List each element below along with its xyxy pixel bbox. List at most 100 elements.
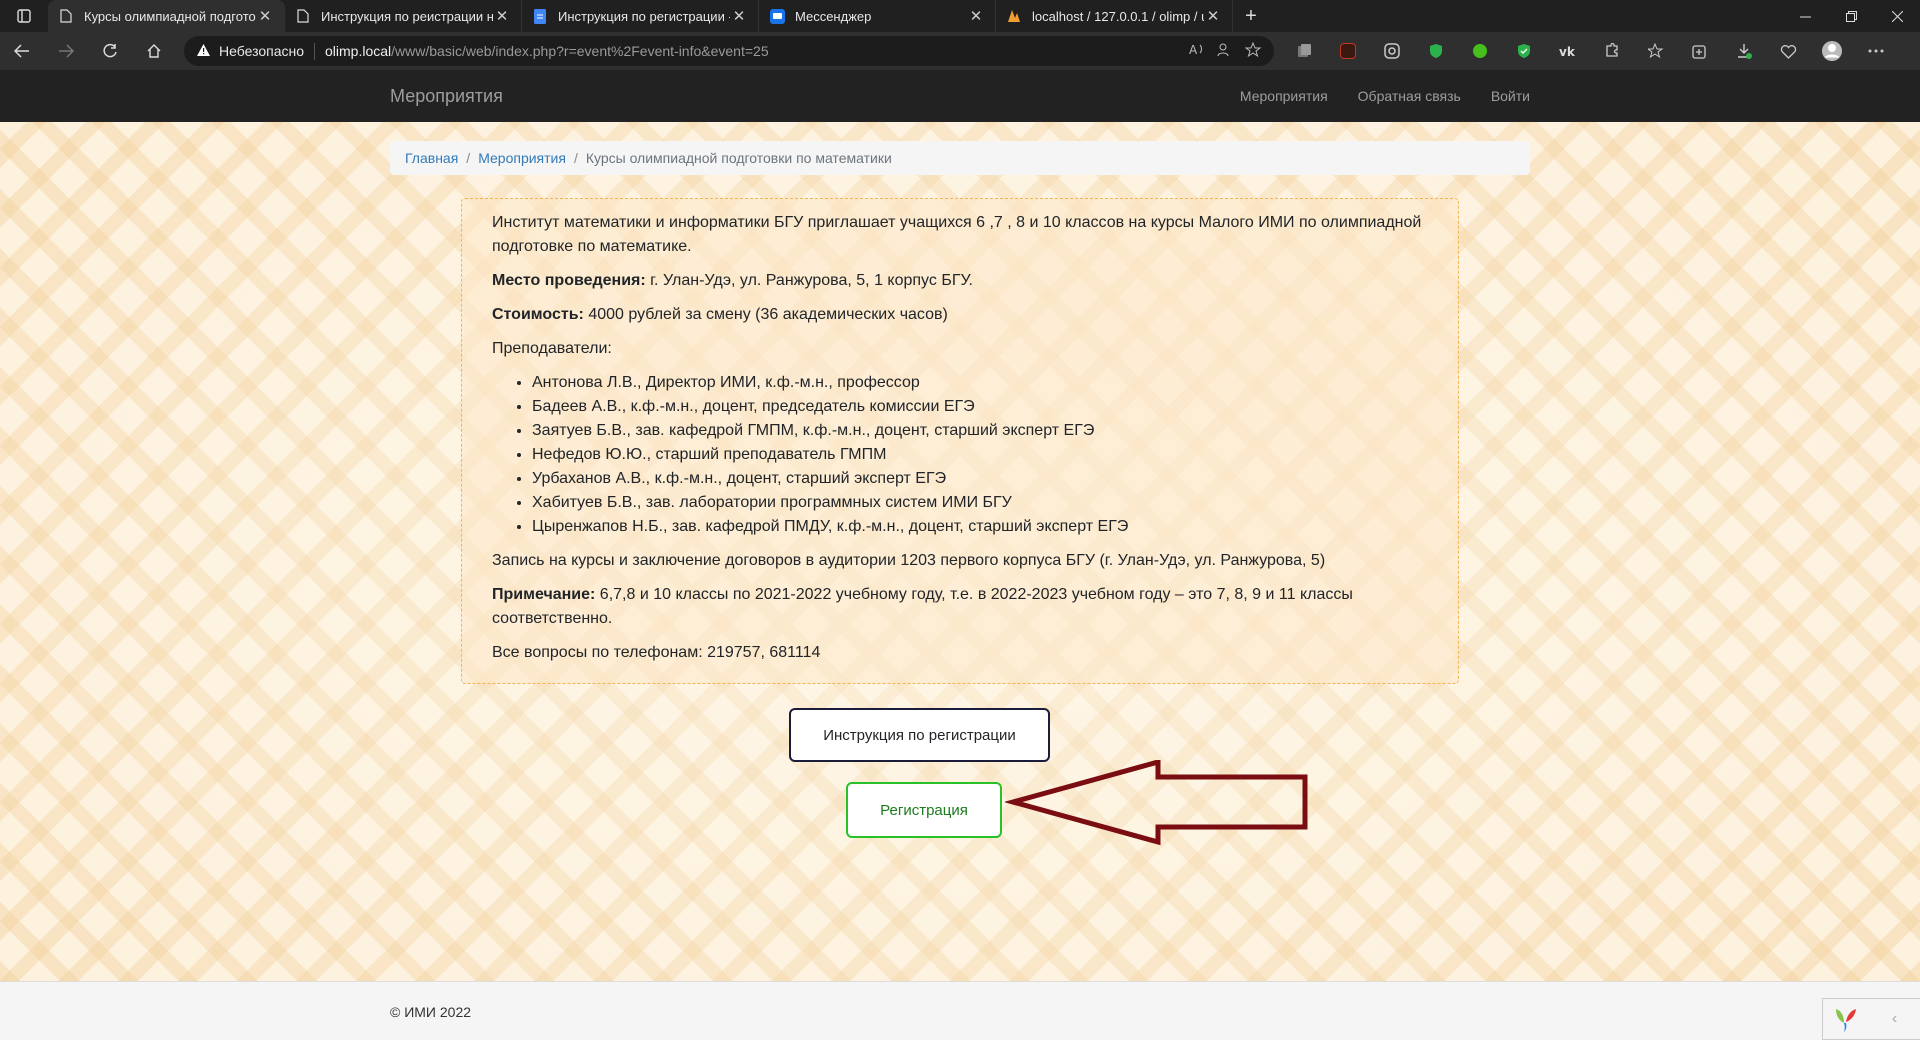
browser-tab-2[interactable]: Инструкция по регистрации - ( ✕ xyxy=(522,0,759,32)
window-close-icon[interactable] xyxy=(1874,0,1920,32)
minimize-icon[interactable] xyxy=(1782,0,1828,32)
instagram-icon[interactable] xyxy=(1370,32,1414,70)
place-label: Место проведения: xyxy=(492,272,646,289)
event-note: Примечание: 6,7,8 и 10 классы по 2021-20… xyxy=(492,583,1428,631)
address-field[interactable]: Небезопасно olimp.local /www/basic/web/i… xyxy=(184,36,1274,66)
nav-login[interactable]: Войти xyxy=(1491,88,1530,104)
site-footer: © ИМИ 2022 xyxy=(0,981,1920,1040)
green-badge-icon[interactable] xyxy=(1458,32,1502,70)
footer-copyright: © ИМИ 2022 xyxy=(390,1004,472,1020)
browser-tab-0[interactable]: Курсы олимпиадной подготовк ✕ xyxy=(48,0,285,32)
messenger-icon xyxy=(769,8,785,24)
site-brand[interactable]: Мероприятия xyxy=(390,86,503,107)
registration-instruction-button[interactable]: Инструкция по регистрации xyxy=(789,708,1050,762)
breadcrumb-separator: / xyxy=(573,150,578,166)
extensions-access-icon[interactable] xyxy=(1217,42,1233,61)
cost-value: 4000 рублей за смену (36 академических ч… xyxy=(583,306,948,323)
tab-title: Курсы олимпиадной подготовк xyxy=(84,8,256,24)
list-item: Урбаханов А.В., к.ф.-м.н., доцент, старш… xyxy=(532,467,1428,491)
phpmyadmin-icon xyxy=(1006,8,1022,24)
tab-title: Мессенджер xyxy=(795,8,872,24)
nav-events[interactable]: Мероприятия xyxy=(1240,88,1328,104)
chevron-left-icon[interactable]: ‹ xyxy=(1869,1010,1920,1028)
collections-icon[interactable] xyxy=(1282,32,1326,70)
home-icon[interactable] xyxy=(132,32,176,70)
extensions-bar: vk xyxy=(1282,32,1898,70)
restore-icon[interactable] xyxy=(1828,0,1874,32)
read-aloud-icon[interactable]: A xyxy=(1189,42,1205,61)
new-tab-button[interactable]: + xyxy=(1233,0,1269,32)
extension-red-icon[interactable] xyxy=(1326,32,1370,70)
note-label: Примечание: xyxy=(492,586,596,603)
shield-icon[interactable] xyxy=(1414,32,1458,70)
event-intro: Институт математики и информатики БГУ пр… xyxy=(492,214,1422,255)
breadcrumb: Главная / Мероприятия / Курсы олимпиадно… xyxy=(390,141,1530,175)
list-item: Цыренжапов Н.Б., зав. кафедрой ПМДУ, к.ф… xyxy=(532,515,1428,539)
pointer-arrow-icon xyxy=(1005,760,1308,846)
profile-avatar-icon[interactable] xyxy=(1810,32,1854,70)
breadcrumb-current: Курсы олимпиадной подготовки по математи… xyxy=(585,150,892,166)
close-icon[interactable]: ✕ xyxy=(493,7,511,25)
breadcrumb-home[interactable]: Главная xyxy=(405,150,458,166)
shield-check-icon[interactable] xyxy=(1502,32,1546,70)
forward-arrow-icon[interactable] xyxy=(44,32,88,70)
close-icon[interactable]: ✕ xyxy=(730,7,748,25)
tab-title: localhost / 127.0.0.1 / olimp / us xyxy=(1032,8,1204,24)
list-item: Бадеев А.В., к.ф.-м.н., доцент, председа… xyxy=(532,395,1428,419)
site-navbar: Мероприятия Мероприятия Обратная связь В… xyxy=(0,70,1920,122)
close-icon[interactable]: ✕ xyxy=(256,7,274,25)
collections-add-icon[interactable] xyxy=(1678,32,1722,70)
page-viewport: Мероприятия Мероприятия Обратная связь В… xyxy=(0,70,1920,1040)
back-arrow-icon[interactable] xyxy=(0,32,44,70)
browser-toolbar: Небезопасно olimp.local /www/basic/web/i… xyxy=(0,32,1920,70)
nav-feedback[interactable]: Обратная связь xyxy=(1358,88,1461,104)
list-item: Антонова Л.В., Директор ИМИ, к.ф.-м.н., … xyxy=(532,371,1428,395)
security-indicator[interactable]: Небезопасно xyxy=(196,42,316,60)
svg-text:A: A xyxy=(1189,43,1198,56)
debug-toolbar[interactable]: ‹ xyxy=(1822,998,1920,1040)
breadcrumb-separator: / xyxy=(466,150,471,166)
url-path: /www/basic/web/index.php?r=event%2Fevent… xyxy=(391,43,769,59)
browser-tab-1[interactable]: Инструкция по реистрации на ✕ xyxy=(285,0,522,32)
favorite-icon[interactable] xyxy=(1244,41,1262,61)
warning-icon xyxy=(196,43,211,60)
note-value: 6,7,8 и 10 классы по 2021-2022 учебному … xyxy=(492,586,1353,627)
breadcrumb-events[interactable]: Мероприятия xyxy=(478,150,566,166)
close-icon[interactable]: ✕ xyxy=(1204,7,1222,25)
yii-logo-icon[interactable] xyxy=(1823,998,1869,1040)
browser-tab-4[interactable]: localhost / 127.0.0.1 / olimp / us ✕ xyxy=(996,0,1233,32)
window-controls xyxy=(1782,0,1920,32)
teachers-label: Преподаватели: xyxy=(492,340,612,357)
browser-tab-3[interactable]: Мессенджер ✕ xyxy=(759,0,996,32)
page-icon xyxy=(58,8,74,24)
tab-actions-icon[interactable] xyxy=(0,0,48,32)
register-button[interactable]: Регистрация xyxy=(846,782,1002,838)
event-place: Место проведения: г. Улан-Удэ, ул. Ранжу… xyxy=(492,269,1428,293)
downloads-icon[interactable] xyxy=(1722,32,1766,70)
list-item: Хабитуев Б.В., зав. лаборатории программ… xyxy=(532,491,1428,515)
favorites-icon[interactable] xyxy=(1634,32,1678,70)
reload-icon[interactable] xyxy=(88,32,132,70)
site-nav-menu: Мероприятия Обратная связь Войти xyxy=(1240,88,1530,104)
tab-title: Инструкция по реистрации на xyxy=(321,8,493,24)
extensions-icon[interactable] xyxy=(1590,32,1634,70)
url-actions: A xyxy=(1189,41,1262,61)
place-value: г. Улан-Удэ, ул. Ранжурова, 5, 1 корпус … xyxy=(645,272,973,289)
teachers-list: Антонова Л.В., Директор ИМИ, к.ф.-м.н., … xyxy=(532,371,1428,539)
more-menu-icon[interactable] xyxy=(1854,32,1898,70)
event-description: Институт математики и информатики БГУ пр… xyxy=(461,198,1459,684)
event-enrollment: Запись на курсы и заключение договоров в… xyxy=(492,552,1326,569)
docs-icon xyxy=(532,8,548,24)
page-icon xyxy=(295,8,311,24)
close-icon[interactable]: ✕ xyxy=(967,7,985,25)
svg-text:vk: vk xyxy=(1559,45,1576,57)
event-cost: Стоимость: 4000 рублей за смену (36 акад… xyxy=(492,303,1428,327)
cost-label: Стоимость: xyxy=(492,306,584,323)
list-item: Заятуев Б.В., зав. кафедрой ГМПМ, к.ф.-м… xyxy=(532,419,1428,443)
security-label: Небезопасно xyxy=(219,43,305,59)
performance-heart-icon[interactable] xyxy=(1766,32,1810,70)
tab-title: Инструкция по регистрации - ( xyxy=(558,8,730,24)
url-host: olimp.local xyxy=(325,43,392,59)
event-phones: Все вопросы по телефонам: 219757, 681114 xyxy=(492,644,821,661)
vk-icon[interactable]: vk xyxy=(1546,32,1590,70)
